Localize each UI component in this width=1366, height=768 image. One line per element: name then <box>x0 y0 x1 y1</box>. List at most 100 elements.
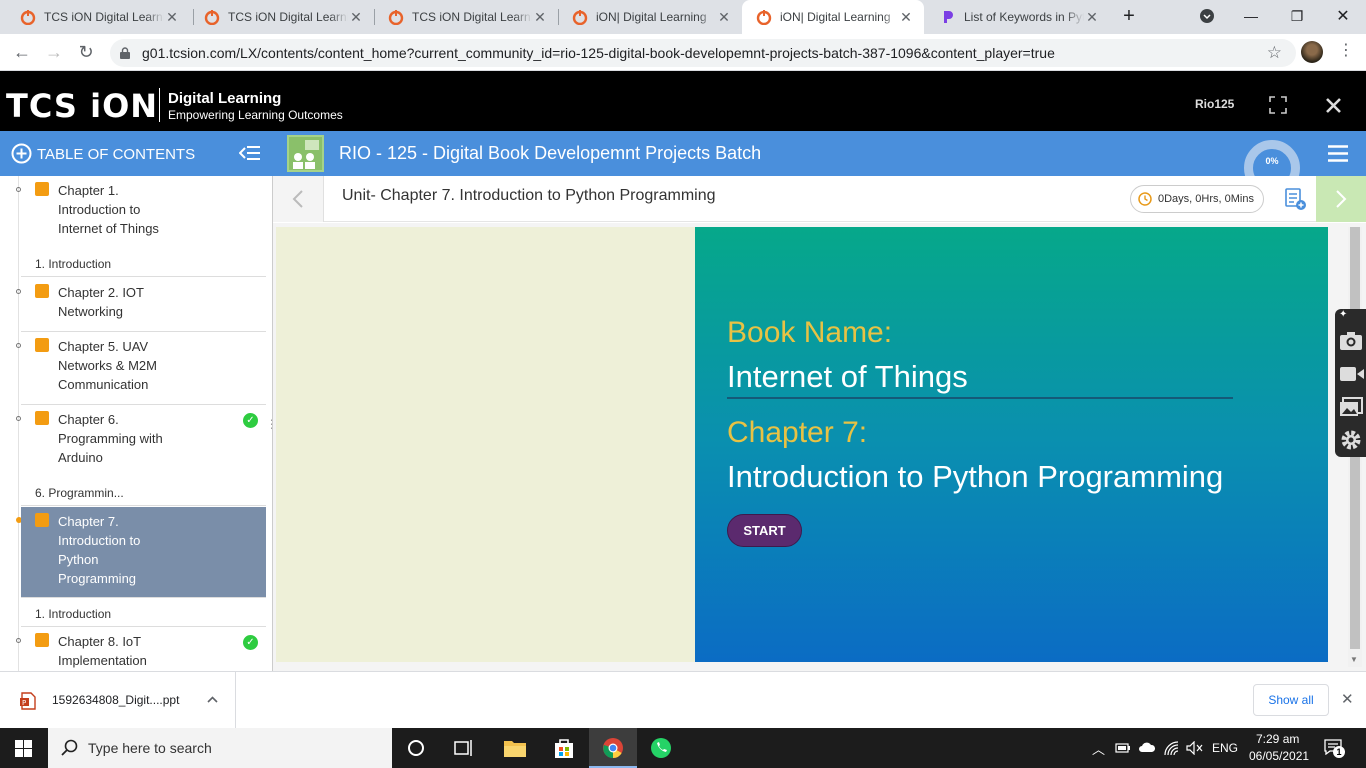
wifi-icon[interactable] <box>1163 740 1179 756</box>
add-note-icon[interactable] <box>1284 187 1307 211</box>
previous-button[interactable] <box>273 176 324 222</box>
chrome-taskbar-button[interactable] <box>589 728 637 768</box>
toc-chapter-8[interactable]: Chapter 8. IoT Implementation ✓ <box>21 627 266 671</box>
close-tab-icon[interactable]: ✕ <box>898 9 914 25</box>
battery-icon[interactable] <box>1115 742 1131 754</box>
chapter-label: Implementation <box>58 653 147 668</box>
browser-tab[interactable]: TCS iON Digital Learning ✕ <box>6 0 190 34</box>
browser-tab-active[interactable]: iON| Digital Learning ✕ <box>742 0 924 34</box>
minimize-icon[interactable]: — <box>1228 0 1274 32</box>
onedrive-cloud-icon[interactable] <box>1138 741 1156 753</box>
pin-icon[interactable]: ✦ <box>1339 309 1347 320</box>
toc-subitem[interactable]: 1. Introduction <box>21 248 266 277</box>
show-all-button[interactable]: Show all <box>1253 684 1329 716</box>
product-tagline: Empowering Learning Outcomes <box>168 108 343 122</box>
close-tab-icon[interactable]: ✕ <box>1084 9 1100 25</box>
tab-title: TCS iON Digital Learning <box>44 10 164 24</box>
toc-chapter-2[interactable]: Chapter 2. IOT Networking <box>21 278 266 332</box>
chevron-up-icon[interactable] <box>207 696 218 703</box>
add-circle-icon[interactable] <box>11 143 32 164</box>
next-button[interactable] <box>1316 176 1366 222</box>
video-icon[interactable] <box>1339 365 1365 383</box>
windows-start-icon[interactable] <box>15 740 32 757</box>
close-tab-icon[interactable]: ✕ <box>532 9 548 25</box>
browser-tab[interactable]: List of Keywords in Python ✕ <box>926 0 1110 34</box>
cortana-icon[interactable] <box>407 739 425 757</box>
toc-subitem[interactable]: 1. Introduction <box>21 598 266 627</box>
product-name: Digital Learning <box>168 90 282 107</box>
camera-icon[interactable] <box>1339 331 1363 351</box>
chapter-label: Communication <box>58 377 149 392</box>
chapter-label: Introduction to <box>58 533 141 548</box>
media-tools-panel: ✦ <box>1335 309 1366 457</box>
course-thumbnail <box>287 135 324 172</box>
browser-tab[interactable]: TCS iON Digital Learning ✕ <box>190 0 374 34</box>
close-player-icon[interactable] <box>1325 97 1342 114</box>
close-tab-icon[interactable]: ✕ <box>164 9 180 25</box>
tab-title: iON| Digital Learning <box>780 10 891 24</box>
start-button[interactable]: START <box>727 514 802 547</box>
ppt-file-icon: P <box>20 692 36 710</box>
gallery-icon[interactable] <box>1339 397 1363 417</box>
tab-title: List of Keywords in Python <box>964 10 1084 24</box>
collapse-toc-icon[interactable] <box>239 145 261 161</box>
address-bar[interactable]: g01.tcsion.com/LX/contents/content_home?… <box>110 39 1296 67</box>
chapter-icon <box>35 284 49 298</box>
chapter-icon <box>35 338 49 352</box>
show-hidden-icons[interactable]: ︿ <box>1092 739 1105 758</box>
toc-chapter-1[interactable]: Chapter 1. Introduction to Internet of T… <box>21 176 266 256</box>
browser-tab-strip: TCS iON Digital Learning ✕ TCS iON Digit… <box>0 0 1366 34</box>
volume-muted-icon[interactable] <box>1186 741 1203 755</box>
timer-badge: 0Days, 0Hrs, 0Mins <box>1130 185 1264 213</box>
task-view-icon[interactable] <box>454 739 474 757</box>
new-tab-button[interactable]: + <box>1106 0 1152 32</box>
clock-date[interactable]: 06/05/2021 <box>1249 749 1309 763</box>
windows-taskbar: Type here to search ︿ ENG 7:29 am 06/05/… <box>0 728 1366 768</box>
browser-tab[interactable]: iON| Digital Learning ✕ <box>558 0 742 34</box>
back-icon[interactable]: ← <box>10 40 34 64</box>
chapter-label: Chapter 8. IoT <box>58 634 142 649</box>
restore-icon[interactable]: ❐ <box>1274 0 1320 32</box>
close-window-icon[interactable]: ✕ <box>1320 0 1366 32</box>
download-item[interactable]: P 1592634808_Digit....ppt <box>0 672 236 728</box>
scroll-down-icon[interactable]: ▼ <box>1350 655 1358 664</box>
tcs-ion-icon <box>204 10 220 25</box>
lock-icon[interactable] <box>120 47 130 59</box>
chapter-label: Networks & M2M <box>58 358 157 373</box>
tcs-ion-icon <box>756 10 772 25</box>
course-bar: RIO - 125 - Digital Book Developemnt Pro… <box>273 131 1366 176</box>
taskbar-search-box[interactable]: Type here to search <box>48 728 392 768</box>
chapter-label: Introduction to <box>58 202 141 217</box>
clock-time[interactable]: 7:29 am <box>1256 732 1299 746</box>
close-tab-icon[interactable]: ✕ <box>348 9 364 25</box>
microsoft-store-icon[interactable] <box>553 737 575 759</box>
settings-gear-icon[interactable] <box>1340 429 1362 451</box>
browser-tab[interactable]: TCS iON Digital Learning ✕ <box>374 0 558 34</box>
forward-icon[interactable]: → <box>42 40 66 64</box>
book-name-label: Book Name: <box>727 316 893 349</box>
browser-menu-icon[interactable]: ⋮ <box>1338 42 1354 60</box>
resize-handle[interactable]: ⋮ <box>266 418 272 441</box>
bookmark-star-icon[interactable]: ☆ <box>1267 43 1282 63</box>
tab-search-icon[interactable] <box>1184 0 1230 32</box>
toc-chapter-5[interactable]: Chapter 5. UAV Networks & M2M Communicat… <box>21 332 266 405</box>
toc-chapter-6[interactable]: Chapter 6. Programming with Arduino ✓ <box>21 405 266 478</box>
user-name[interactable]: Rio125 <box>1195 97 1234 111</box>
download-bar: P 1592634808_Digit....ppt Show all ✕ <box>0 671 1366 728</box>
close-download-bar-icon[interactable]: ✕ <box>1341 690 1354 708</box>
close-tab-icon[interactable]: ✕ <box>716 9 732 25</box>
progress-percent: 0% <box>1265 156 1279 166</box>
fullscreen-icon[interactable] <box>1269 96 1287 114</box>
timer-text: 0Days, 0Hrs, 0Mins <box>1158 193 1254 205</box>
profile-avatar[interactable] <box>1301 41 1323 63</box>
reload-icon[interactable]: ↻ <box>74 40 98 64</box>
toc-subitem[interactable]: 6. Programmin... <box>21 477 266 506</box>
toc-chapter-7-selected[interactable]: Chapter 7. Introduction to Python Progra… <box>21 507 266 598</box>
file-explorer-icon[interactable] <box>503 738 527 758</box>
language-indicator[interactable]: ENG <box>1212 741 1238 755</box>
chapter-icon <box>35 182 49 196</box>
notifications-icon[interactable]: 1 <box>1324 739 1345 758</box>
tcs-ion-logo[interactable]: TCS iON <box>6 87 158 125</box>
whatsapp-icon[interactable] <box>650 737 672 759</box>
menu-icon[interactable] <box>1328 145 1348 162</box>
